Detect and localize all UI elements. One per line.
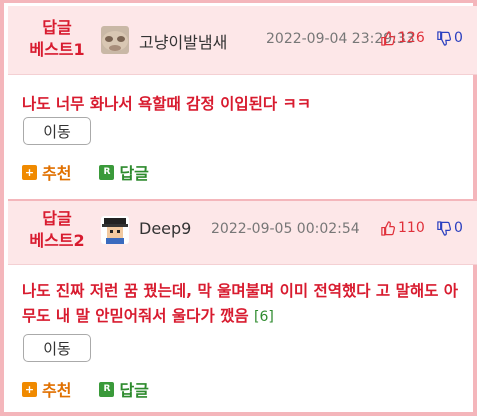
upvote-count: 110 [398,220,425,236]
best-reply-2: 답글 베스트2 Deep9 2022-09-05 00:02:54 110 0 … [8,199,477,411]
reply-header: 답글 베스트2 Deep9 2022-09-05 00:02:54 110 0 [8,201,477,265]
move-button[interactable]: 이동 [23,117,91,145]
reply-text: 나도 너무 화나서 욕할때 감정 이입된다 ㅋㅋ [22,92,472,117]
r-square-icon: R [99,164,115,180]
thumbs-down-icon [437,220,451,236]
reply-actions: + 추천 R 답글 [22,377,177,401]
best-label-top: 답글 [42,209,72,228]
upvote-count: 126 [398,30,425,46]
reply-count[interactable]: [6] [254,309,274,325]
thumbs-up-icon [381,220,395,236]
upvote-button[interactable]: 110 [380,220,425,236]
recommend-button[interactable]: + 추천 [22,160,71,184]
thumbs-up-icon [381,30,395,46]
thumbs-down-icon [437,30,451,46]
reply-actions: + 추천 R 답글 [22,160,177,184]
best-label-rank: 베스트1 [29,40,85,59]
nickname[interactable]: Deep9 [139,219,191,238]
avatar[interactable] [101,26,129,54]
best-label-rank: 베스트2 [29,231,85,250]
reply-label: 답글 [119,164,149,183]
best-badge: 답글 베스트2 [22,208,92,252]
nickname[interactable]: 고냥이발냄새 [139,29,227,53]
recommend-label: 추천 [42,381,72,400]
reply-text: 나도 진짜 저런 꿈 꿨는데, 막 울며불며 이미 전역했다 고 말해도 아무도… [22,279,472,330]
plus-square-icon: + [22,381,37,397]
downvote-button[interactable]: 0 [436,220,463,236]
recommend-label: 추천 [42,164,72,183]
reply-content: 나도 진짜 저런 꿈 꿨는데, 막 울며불며 이미 전역했다 고 말해도 아무도… [22,282,459,325]
avatar[interactable] [101,216,129,244]
recommend-button[interactable]: + 추천 [22,377,71,401]
best-replies-panel: 답글 베스트1 고냥이발냄새 2022-09-04 23:29:33 126 0… [0,0,477,416]
best-badge: 답글 베스트1 [22,17,92,61]
reply-label: 답글 [119,381,149,400]
best-reply-1: 답글 베스트1 고냥이발냄새 2022-09-04 23:29:33 126 0… [8,6,477,196]
reply-header: 답글 베스트1 고냥이발냄새 2022-09-04 23:29:33 126 0 [8,6,477,75]
reply-button[interactable]: R 답글 [99,160,149,184]
datetime: 2022-09-05 00:02:54 [211,221,360,237]
reply-button[interactable]: R 답글 [99,377,149,401]
best-label-top: 답글 [42,18,72,37]
upvote-button[interactable]: 126 [380,30,425,46]
plus-square-icon: + [22,164,37,180]
downvote-count: 0 [454,30,463,46]
downvote-count: 0 [454,220,463,236]
r-square-icon: R [99,381,115,397]
downvote-button[interactable]: 0 [436,30,463,46]
reply-content: 나도 너무 화나서 욕할때 감정 이입된다 ㅋㅋ [22,95,312,113]
move-button[interactable]: 이동 [23,334,91,362]
